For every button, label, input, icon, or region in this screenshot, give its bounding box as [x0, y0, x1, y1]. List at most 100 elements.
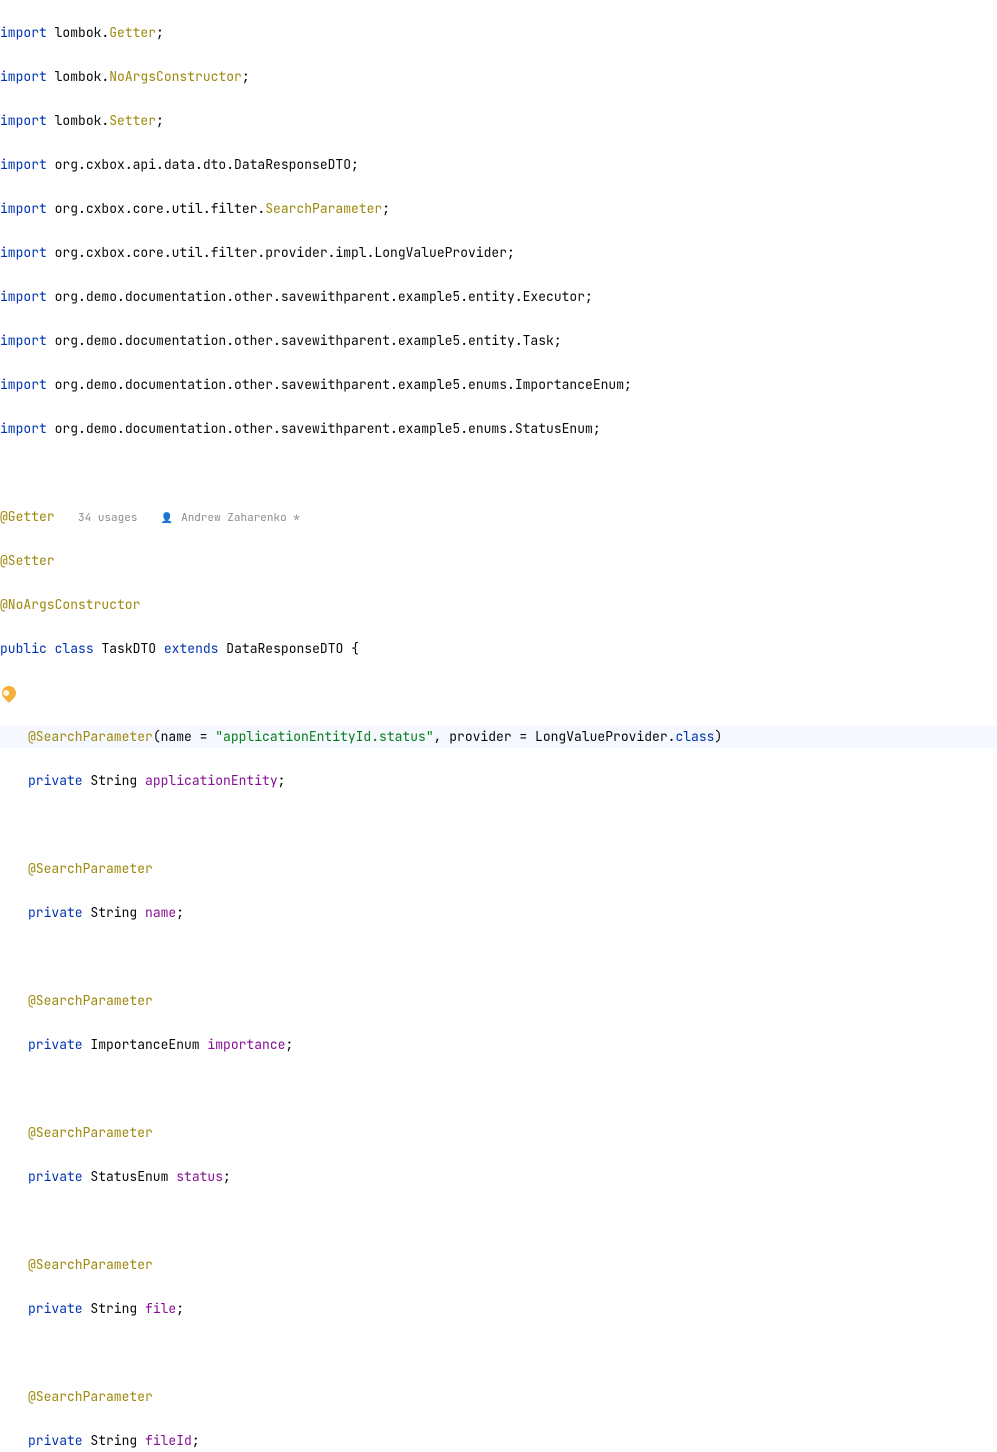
lightbulb-icon[interactable] [0, 683, 19, 703]
keyword: import [0, 200, 47, 217]
brace: { [343, 640, 359, 657]
code-line[interactable]: private String fileId; [0, 1430, 997, 1452]
code-line[interactable]: private ImportanceEnum importance; [0, 1034, 997, 1056]
punct: (name = [153, 728, 215, 745]
keyword: import [0, 24, 47, 41]
type: String [83, 904, 145, 921]
code-line[interactable]: @SearchParameter [0, 1386, 997, 1408]
keyword: extends [164, 640, 219, 657]
blank-line[interactable] [0, 1078, 997, 1100]
keyword: import [0, 244, 47, 261]
keyword: class [675, 728, 714, 745]
type: String [83, 1432, 145, 1449]
field-name: importance [207, 1036, 285, 1053]
field-name: fileId [145, 1432, 192, 1449]
type: String [83, 772, 145, 789]
code-line[interactable]: public class TaskDTO extends DataRespons… [0, 638, 997, 660]
code-editor[interactable]: import lombok.Getter; import lombok.NoAr… [0, 0, 997, 1452]
annotation: @SearchParameter [28, 1388, 153, 1405]
code-line[interactable]: @Getter 34 usages 👤 Andrew Zaharenko * [0, 506, 997, 528]
blank-line[interactable] [0, 462, 997, 484]
field-name: applicationEntity [145, 772, 278, 789]
annotation: @SearchParameter [28, 992, 153, 1009]
code-line[interactable]: private String name; [0, 902, 997, 924]
code-line[interactable]: @Setter [0, 550, 997, 572]
annotation: @SearchParameter [28, 1256, 153, 1273]
blank-line[interactable] [0, 814, 997, 836]
blank-line[interactable] [0, 1210, 997, 1232]
code-line[interactable]: import org.cxbox.core.util.filter.Search… [0, 198, 997, 220]
field-name: status [176, 1168, 223, 1185]
keyword: import [0, 332, 47, 349]
package: org.cxbox.api.data.dto.DataResponseDTO; [47, 156, 359, 173]
package: lombok. [47, 68, 109, 85]
keyword: import [0, 112, 47, 129]
code-line[interactable]: import lombok.NoArgsConstructor; [0, 66, 997, 88]
keyword: import [0, 68, 47, 85]
identifier: SearchParameter [265, 200, 382, 217]
semicolon: ; [382, 200, 390, 217]
code-line[interactable]: @SearchParameter(name = "applicationEnti… [0, 726, 997, 748]
keyword: private [28, 1168, 83, 1185]
usages-hint[interactable]: 34 usages [78, 511, 137, 525]
package: org.demo.documentation.other.savewithpar… [47, 288, 593, 305]
type: ImportanceEnum [83, 1036, 208, 1053]
code-line[interactable]: @SearchParameter [0, 1254, 997, 1276]
code-line[interactable]: private String applicationEntity; [0, 770, 997, 792]
semicolon: ; [156, 112, 164, 129]
code-line[interactable]: import org.demo.documentation.other.save… [0, 330, 997, 352]
identifier: NoArgsConstructor [109, 68, 242, 85]
package: lombok. [47, 24, 109, 41]
keyword: private [28, 904, 83, 921]
semicolon: ; [278, 772, 286, 789]
code-line[interactable]: import lombok.Setter; [0, 110, 997, 132]
annotation: @SearchParameter [28, 728, 153, 745]
code-line[interactable]: import org.demo.documentation.other.save… [0, 374, 997, 396]
annotation: @Getter [0, 508, 55, 525]
bulb-line[interactable] [0, 682, 997, 704]
keyword: class [55, 640, 94, 657]
blank-line[interactable] [0, 946, 997, 968]
keyword: import [0, 420, 47, 437]
code-line[interactable]: import org.demo.documentation.other.save… [0, 418, 997, 440]
package: org.demo.documentation.other.savewithpar… [47, 420, 601, 437]
code-line[interactable]: private String file; [0, 1298, 997, 1320]
author-hint[interactable]: Andrew Zaharenko * [181, 511, 300, 525]
field-name: name [145, 904, 176, 921]
person-icon: 👤 [161, 507, 173, 529]
code-line[interactable]: import org.cxbox.core.util.filter.provid… [0, 242, 997, 264]
punct: ) [714, 728, 722, 745]
keyword: import [0, 376, 47, 393]
type: StatusEnum [83, 1168, 177, 1185]
code-line[interactable]: @NoArgsConstructor [0, 594, 997, 616]
code-line[interactable]: @SearchParameter [0, 1122, 997, 1144]
semicolon: ; [223, 1168, 231, 1185]
keyword: import [0, 288, 47, 305]
package: org.cxbox.core.util.filter. [47, 200, 265, 217]
type: String [83, 1300, 145, 1317]
field-name: file [145, 1300, 176, 1317]
code-line[interactable]: import org.cxbox.api.data.dto.DataRespon… [0, 154, 997, 176]
code-line[interactable]: import lombok.Getter; [0, 22, 997, 44]
keyword: private [28, 772, 83, 789]
identifier: Setter [109, 112, 156, 129]
parent-class: DataResponseDTO [226, 640, 343, 657]
keyword: private [28, 1432, 83, 1449]
package: org.demo.documentation.other.savewithpar… [47, 376, 632, 393]
code-line[interactable]: import org.demo.documentation.other.save… [0, 286, 997, 308]
code-line[interactable]: private StatusEnum status; [0, 1166, 997, 1188]
class-name: TaskDTO [101, 640, 156, 657]
package: lombok. [47, 112, 109, 129]
semicolon: ; [192, 1432, 200, 1449]
punct: , provider = LongValueProvider. [434, 728, 676, 745]
annotation: @SearchParameter [28, 1124, 153, 1141]
blank-line[interactable] [0, 1342, 997, 1364]
code-line[interactable]: @SearchParameter [0, 858, 997, 880]
identifier: Getter [109, 24, 156, 41]
keyword: private [28, 1036, 83, 1053]
keyword: import [0, 156, 47, 173]
annotation: @Setter [0, 552, 55, 569]
keyword: private [28, 1300, 83, 1317]
string-literal: "applicationEntityId.status" [215, 728, 433, 745]
code-line[interactable]: @SearchParameter [0, 990, 997, 1012]
